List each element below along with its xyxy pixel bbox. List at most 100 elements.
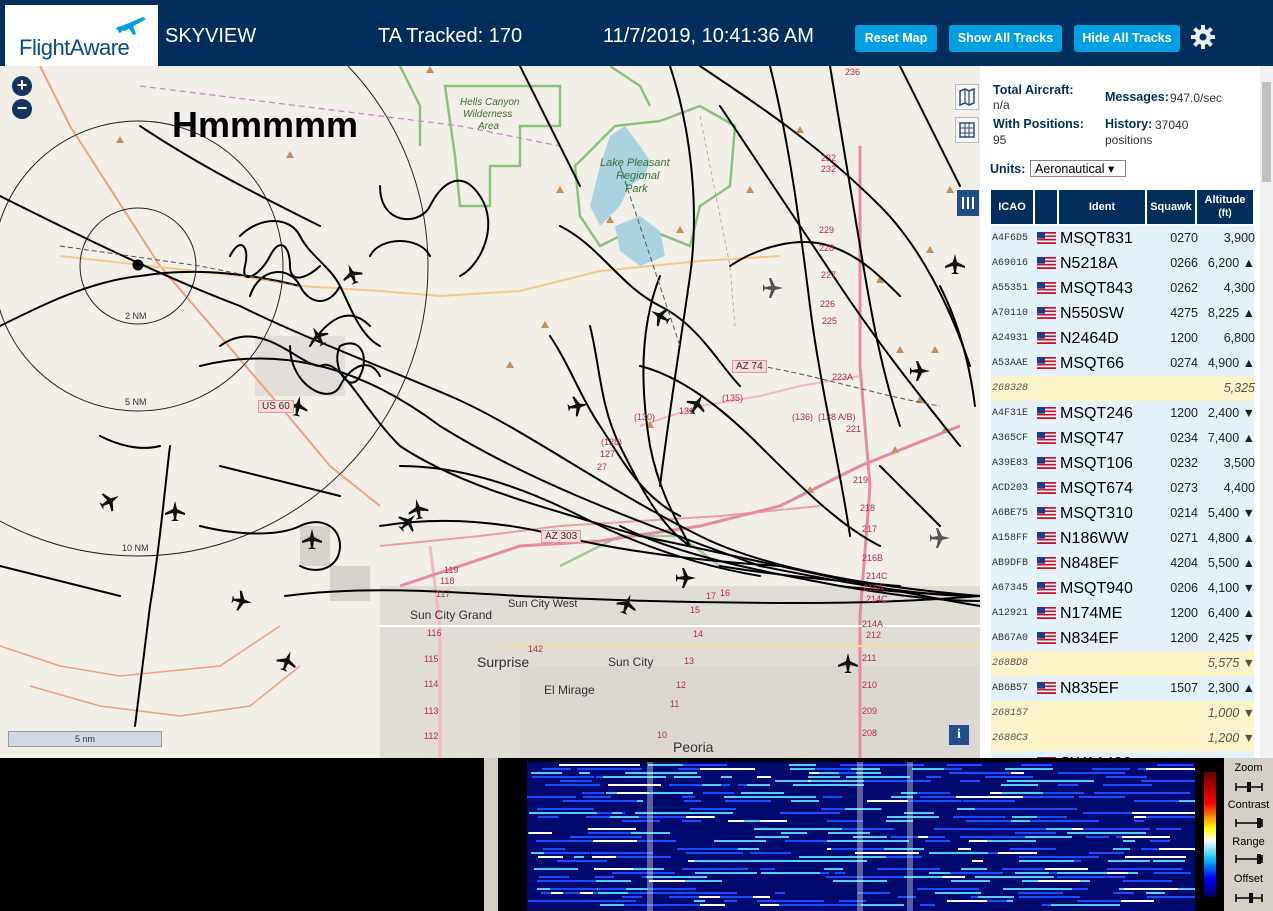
ident-cell: MSQT843 [1060,280,1133,297]
table-row[interactable]: A55351 MSQT843 0262 4,300 [991,276,1255,302]
app-header: FlightAware SKYVIEW TA Tracked: 170 11/7… [0,0,1273,66]
altitude-cell: 4,900 ▲ [1207,356,1255,370]
table-row[interactable]: A39E83 MSQT106 0232 3,500 [991,451,1255,477]
table-row[interactable]: A24931 N2464D 1200 6,800 [991,326,1255,352]
icao-cell: A67345 [992,583,1029,594]
road-west [29,665,301,717]
map-annotation: Hmmmmm [172,104,359,145]
table-row[interactable]: A67345 MSQT940 0206 4,100 ▼ [991,576,1255,602]
ident-cell: N834EF [1060,630,1119,647]
contrast-slider[interactable] [1235,818,1263,828]
exit-label: 15 [690,605,701,615]
us-flag-icon [1037,576,1057,601]
table-row[interactable]: A6BE75 MSQT310 0214 5,400 ▼ [991,501,1255,527]
waterfall-display[interactable] [527,762,1195,911]
squawk-cell: 0271 [1170,531,1198,545]
flightaware-logo[interactable]: FlightAware [5,5,158,66]
squawk-cell [1151,376,1198,401]
exit-label: 16 [720,588,731,598]
table-row[interactable]: 268328 5,325 [991,376,1255,402]
road-shield: US 60 [258,400,294,413]
table-row[interactable]: A12921 N174ME 1200 6,400 ▲ [991,601,1255,627]
ident-cell: MSQT310 [1060,505,1133,522]
col-icao[interactable]: ICAO [991,190,1033,224]
exit-label: 209 [862,706,878,716]
ident-cell: MSQT106 [1060,455,1133,472]
us-flag-icon [1037,651,1057,676]
table-row[interactable]: SWA1406 [991,751,1254,758]
squawk-cell: 0270 [1170,231,1198,245]
squawk-cell: 1200 [1170,631,1198,645]
range-slider[interactable] [1235,854,1263,864]
sidebar-scrollbar[interactable] [1260,66,1273,758]
icao-cell: A6BE75 [992,508,1029,519]
zoom-slider[interactable] [1235,782,1263,792]
table-row[interactable]: A70110 N550SW 4275 8,225 ▲ [991,301,1255,327]
exit-label: (138 A/B) [818,412,856,422]
col-ident[interactable]: Ident [1059,190,1145,224]
table-row[interactable]: A69016 N5218A 0266 6,200 ▲ [991,251,1255,277]
ident-cell: N2464D [1060,330,1119,347]
table-row[interactable]: ACD203 MSQT674 0273 4,400 [991,476,1255,502]
reset-map-button[interactable]: Reset Map [855,25,937,52]
gear-icon[interactable] [1190,24,1216,50]
col-altitude-unit: (ft) [1218,208,1232,219]
exit-label: 215A [863,583,885,593]
table-row[interactable]: AB6B57 N835EF 1507 2,300 ▲ [991,676,1255,702]
table-row[interactable]: 268BD8 5,575 ▼ [991,651,1255,677]
table-row[interactable]: A158FF N186WW 0271 4,800 ▲ [991,526,1255,552]
table-row[interactable]: 268157 1,000 ▼ [991,701,1255,727]
waterfall-controls: Zoom Contrast Range Offset [1224,758,1273,911]
altitude-cell: 6,800 [1223,331,1255,345]
col-altitude[interactable]: Altitude (ft) [1197,190,1253,224]
ident-cell: N835EF [1060,680,1119,697]
map-layers-icon[interactable] [955,84,979,110]
scale-bar: 5 nm [8,731,162,747]
units-select[interactable]: Aeronautical ▾ [1030,160,1126,177]
us-flag-icon [1037,751,1057,758]
table-row[interactable]: A53AAE MSQT66 0274 4,900 ▲ [991,351,1255,377]
altitude-cell: 5,325 [1223,381,1255,395]
ident-cell [1060,651,1146,676]
icao-cell: A39E83 [992,458,1029,469]
us-flag-icon [1037,426,1057,451]
zoom-in-button[interactable]: + [12,76,32,96]
altitude-cell: 6,200 ▲ [1207,256,1255,270]
table-row[interactable]: A4F6D5 MSQT831 0270 3,900 [991,226,1255,252]
table-row[interactable]: 2680C3 1,200 ▼ [991,726,1255,752]
icao-cell: A4F31E [992,408,1029,419]
scrollbar-thumb[interactable] [1262,82,1271,182]
squawk-cell: 0232 [1170,456,1198,470]
us-flag-icon [1037,701,1057,726]
grid-icon[interactable] [955,117,979,143]
panel-divider[interactable] [484,758,498,911]
table-row[interactable]: AB9DFB N848EF 4204 5,500 ▲ [991,551,1255,577]
offset-slider[interactable] [1235,893,1263,903]
place-label: Sun City [608,655,654,669]
altitude-cell: 3,900 [1223,231,1255,245]
logo-plane-icon [115,17,146,35]
col-flag[interactable] [1035,190,1057,224]
col-squawk[interactable]: Squawk [1147,190,1195,224]
altitude-cell: 3,500 [1223,456,1255,470]
color-scale [1204,772,1216,897]
hide-all-tracks-button[interactable]: Hide All Tracks [1074,25,1180,52]
us-flag-icon [1037,501,1057,526]
columns-icon[interactable] [957,190,979,216]
exit-label: 14 [693,629,704,639]
show-all-tracks-button[interactable]: Show All Tracks [949,25,1062,52]
altitude-cell: 2,425 ▼ [1207,631,1255,645]
icao-cell: A53AAE [992,358,1029,369]
with-positions-value: 95 [993,133,1007,147]
exit-label: 214C [866,571,888,581]
table-row[interactable]: AB67A0 N834EF 1200 2,425 ▼ [991,626,1255,652]
table-row[interactable]: A4F31E MSQT246 1200 2,400 ▼ [991,401,1255,427]
us-flag-icon [1037,401,1057,426]
info-button[interactable]: i [949,725,969,745]
exit-label: 114 [424,679,439,689]
table-row[interactable]: A365CF MSQT47 0234 7,400 ▲ [991,426,1255,452]
map-view[interactable]: Hmmmmm 2 NM 5 NM 10 NM Hells Canyon Wild… [0,66,980,758]
place-label: Wilderness [463,109,513,120]
zoom-out-button[interactable]: − [12,99,32,119]
us-flag-icon [1037,376,1057,401]
